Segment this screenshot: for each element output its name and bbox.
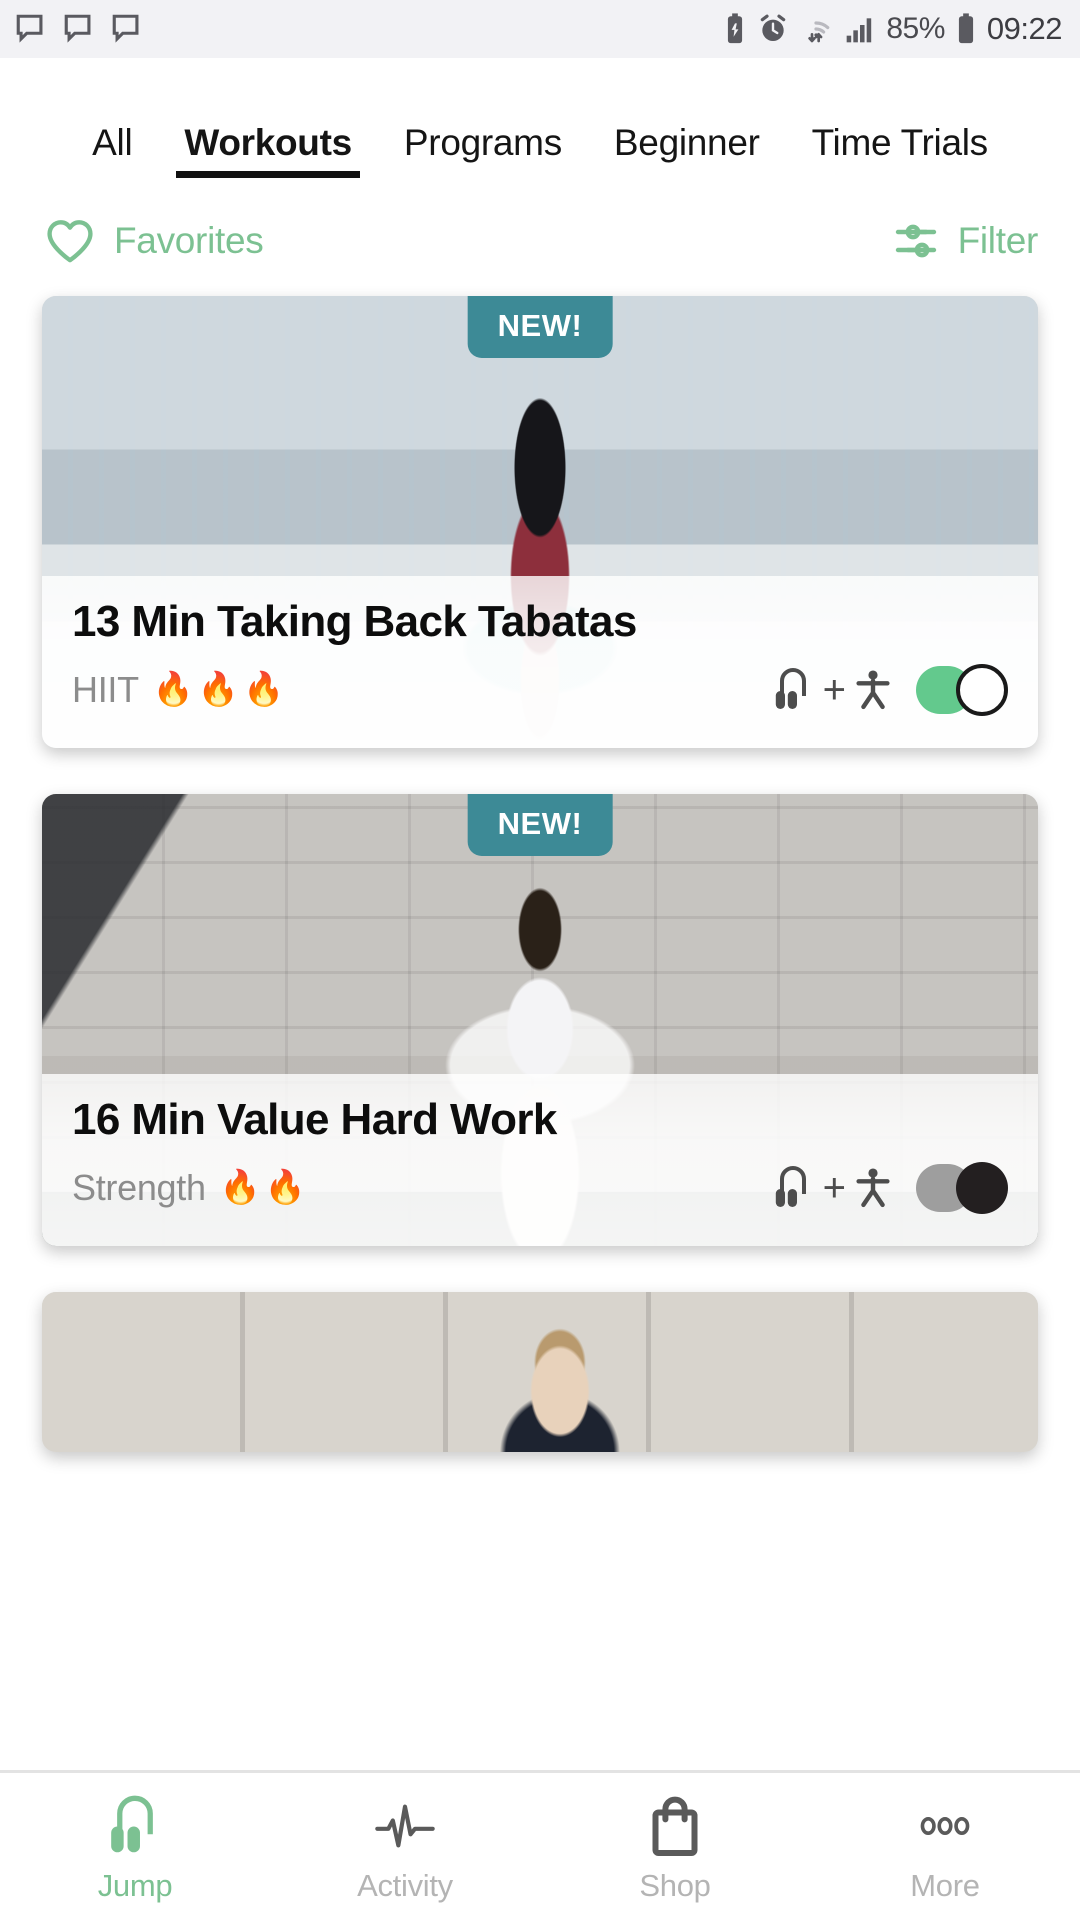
tab-workouts[interactable]: Workouts (158, 122, 378, 178)
utility-row: Favorites Filter (0, 178, 1080, 278)
nav-item-activity[interactable]: Activity (270, 1790, 540, 1904)
new-badge: NEW! (467, 296, 613, 358)
workout-meta: Strength 🔥🔥 + (72, 1161, 1008, 1214)
three-dots-icon (920, 1816, 970, 1835)
sliders-icon (895, 224, 936, 258)
workout-info: 16 Min Value Hard Work Strength 🔥🔥 + (42, 1074, 1038, 1246)
plus-sign: + (822, 1165, 846, 1210)
jump-rope-icon (775, 1165, 806, 1207)
tab-beginner[interactable]: Beginner (588, 122, 786, 178)
nav-label-more: More (910, 1867, 980, 1903)
intensity-flames: 🔥🔥 (219, 1168, 310, 1206)
heart-outline-icon (47, 220, 93, 263)
alarm-icon (761, 14, 786, 41)
nav-label-shop: Shop (639, 1867, 711, 1903)
workout-type-label: Strength (72, 1166, 206, 1208)
toggle-knob (956, 1161, 1008, 1214)
tab-programs[interactable]: Programs (378, 122, 588, 178)
wifi-icon (808, 21, 830, 43)
workout-title: 13 Min Taking Back Tabatas (72, 597, 637, 646)
battery-saver-icon (728, 13, 743, 44)
nav-item-more[interactable]: More (810, 1790, 1080, 1904)
favorites-label: Favorites (114, 220, 264, 261)
new-badge: NEW! (467, 794, 613, 856)
filter-button[interactable]: Filter (890, 217, 1038, 265)
jump-rope-icon (775, 667, 806, 709)
status-bar-indicators: 85% 09:22 (722, 11, 1063, 47)
workout-toggle[interactable] (916, 663, 1008, 716)
workout-card[interactable] (42, 1292, 1038, 1452)
person-icon (856, 1168, 890, 1207)
tab-all[interactable]: All (66, 122, 158, 178)
clock-label: 09:22 (986, 11, 1063, 46)
tab-bar: All Workouts Programs Beginner Time Tria… (0, 58, 1080, 178)
workout-card[interactable]: NEW! 16 Min Value Hard Work Strength 🔥🔥 (42, 794, 1038, 1246)
workout-meta: HIIT 🔥🔥🔥 + (72, 663, 1008, 716)
equipment-icons: + (767, 665, 896, 715)
nav-label-activity: Activity (357, 1867, 453, 1903)
chat-bubble-icon (16, 14, 43, 43)
filter-label: Filter (957, 220, 1039, 261)
intensity-flames: 🔥🔥🔥 (152, 670, 289, 708)
chat-bubble-icon (64, 14, 91, 43)
battery-percent-label: 85% (886, 12, 945, 45)
tab-time-trials[interactable]: Time Trials (786, 122, 1014, 178)
bottom-navigation: Jump Activity Shop More (0, 1770, 1080, 1920)
status-bar: 85% 09:22 (0, 0, 1080, 58)
equipment-icons: + (767, 1163, 896, 1213)
workout-title: 16 Min Value Hard Work (72, 1095, 557, 1144)
workout-toggle[interactable] (916, 1161, 1008, 1214)
workout-card[interactable]: NEW! 13 Min Taking Back Tabatas HIIT 🔥🔥🔥 (42, 296, 1038, 748)
toggle-knob (956, 663, 1008, 716)
status-bar-notifications (14, 12, 144, 46)
workout-info: 13 Min Taking Back Tabatas HIIT 🔥🔥🔥 + (42, 576, 1038, 748)
heartbeat-icon (375, 1804, 435, 1847)
nav-item-shop[interactable]: Shop (540, 1790, 810, 1904)
workout-type-label: HIIT (72, 668, 139, 710)
person-icon (856, 670, 890, 709)
chat-bubble-icon (112, 14, 139, 43)
battery-icon (958, 13, 974, 44)
jump-rope-icon (111, 1795, 153, 1852)
signal-icon (847, 18, 872, 43)
nav-label-jump: Jump (97, 1867, 173, 1903)
favorites-button[interactable]: Favorites (42, 216, 264, 266)
nav-item-jump[interactable]: Jump (0, 1790, 270, 1904)
plus-sign: + (822, 667, 846, 712)
shopping-bag-icon (652, 1796, 698, 1856)
workout-list: NEW! 13 Min Taking Back Tabatas HIIT 🔥🔥🔥 (0, 278, 1080, 1452)
workout-thumbnail (42, 1292, 1038, 1452)
